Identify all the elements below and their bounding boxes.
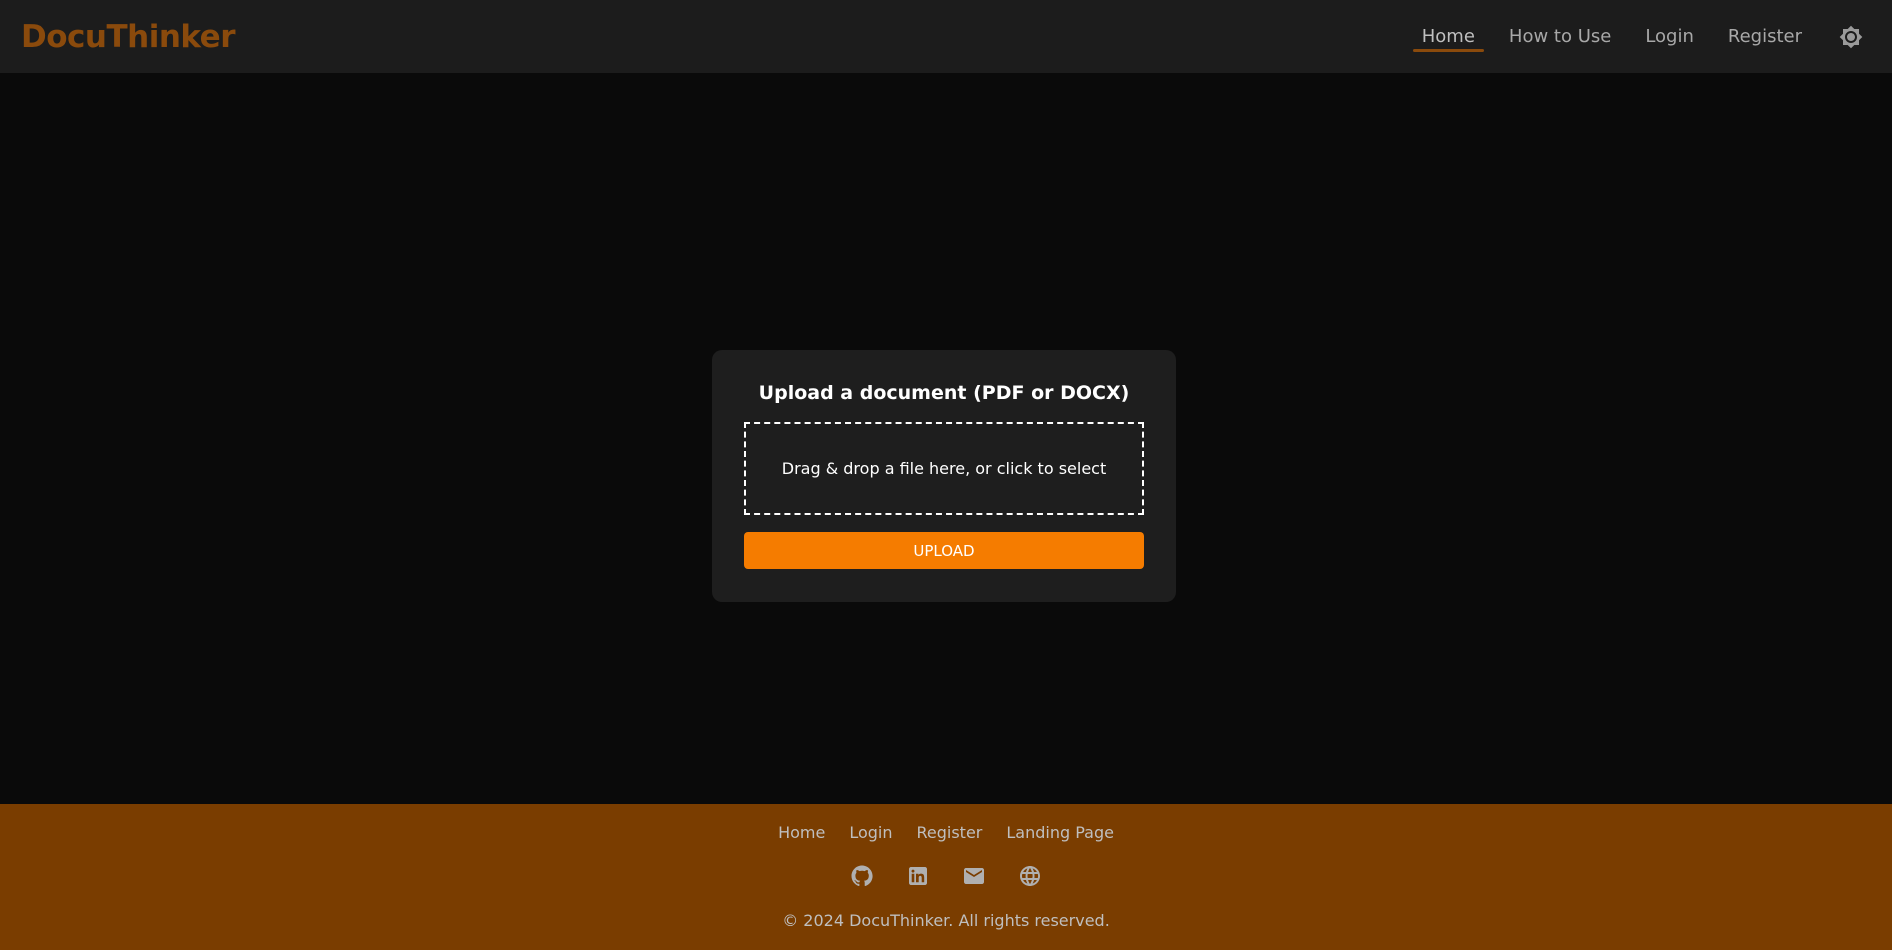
app-logo[interactable]: DocuThinker (21, 19, 235, 55)
upload-card: Upload a document (PDF or DOCX) Drag & d… (712, 350, 1176, 602)
nav-register[interactable]: Register (1711, 0, 1819, 73)
footer-social-icons (0, 864, 1892, 888)
github-icon[interactable] (850, 864, 874, 888)
brightness-icon (1839, 25, 1863, 48)
footer-links: Home Login Register Landing Page (0, 823, 1892, 842)
file-dropzone[interactable]: Drag & drop a file here, or click to sel… (744, 422, 1144, 515)
theme-toggle-button[interactable] (1831, 17, 1871, 57)
footer-link-home[interactable]: Home (778, 823, 825, 842)
nav-menu: Home How to Use Login Register (1405, 0, 1871, 73)
footer: Home Login Register Landing Page © 2024 … (0, 804, 1892, 950)
dropzone-text: Drag & drop a file here, or click to sel… (781, 459, 1107, 478)
navbar: DocuThinker Home How to Use Login Regist… (0, 0, 1892, 73)
nav-how-to-use[interactable]: How to Use (1492, 0, 1628, 73)
upload-button[interactable]: UPLOAD (744, 532, 1144, 569)
footer-link-landing-page[interactable]: Landing Page (1006, 823, 1114, 842)
globe-icon[interactable] (1018, 864, 1042, 888)
copyright-text: © 2024 DocuThinker. All rights reserved. (782, 911, 1110, 930)
footer-link-login[interactable]: Login (849, 823, 892, 842)
footer-link-register[interactable]: Register (916, 823, 982, 842)
upload-title: Upload a document (PDF or DOCX) (758, 382, 1130, 404)
email-icon[interactable] (962, 864, 986, 888)
nav-home[interactable]: Home (1405, 0, 1492, 73)
nav-login[interactable]: Login (1628, 0, 1711, 73)
linkedin-icon[interactable] (906, 864, 930, 888)
